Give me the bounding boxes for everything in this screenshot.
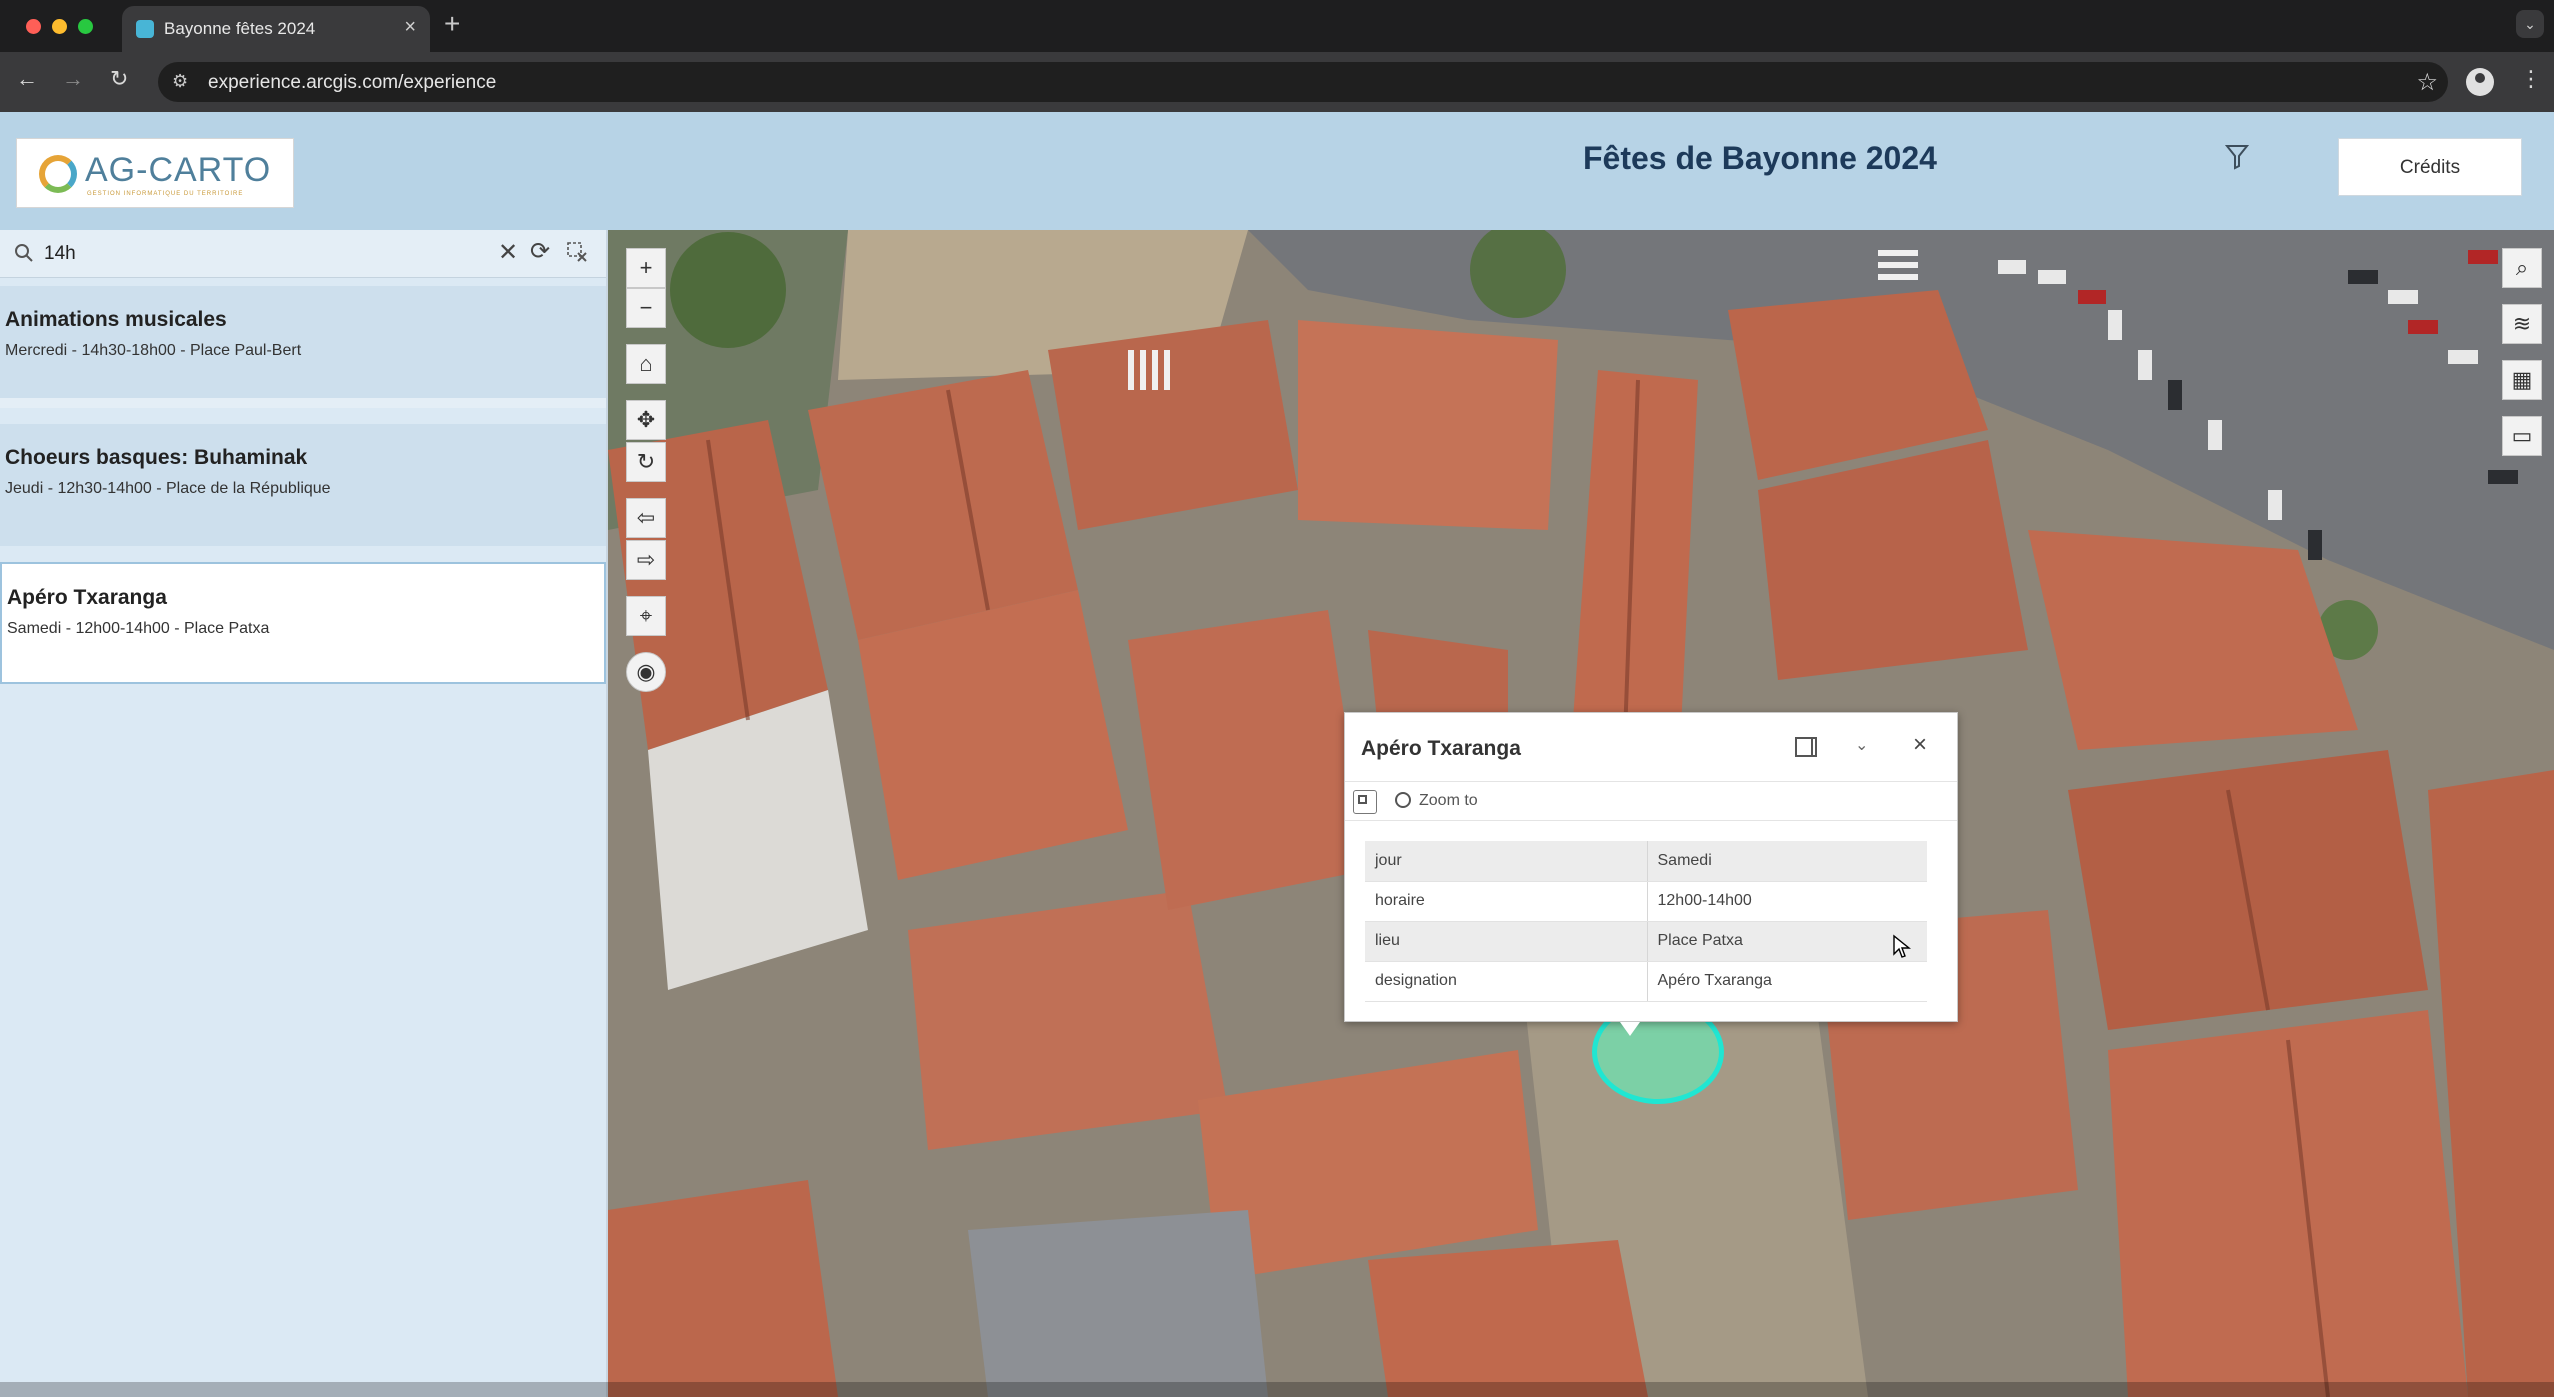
- search-bar: ✕ ⟳: [0, 230, 606, 278]
- ag-carto-logo: AG-CARTO GESTION INFORMATIQUE DU TERRITO…: [16, 138, 294, 208]
- browser-toolbar: ← → ↻ ⚙ experience.arcgis.com/experience…: [0, 52, 2554, 112]
- window-close-button[interactable]: [26, 19, 41, 34]
- list-item-title: Choeurs basques: Buhaminak: [5, 446, 308, 469]
- actions-grid-icon[interactable]: [1353, 790, 1377, 814]
- tab-strip: Bayonne fêtes 2024 × + ⌄: [0, 0, 2554, 52]
- field-name: designation: [1365, 961, 1648, 1002]
- table-row: designation Apéro Txaranga: [1365, 961, 1927, 1002]
- layers-icon[interactable]: ≋: [2502, 304, 2542, 344]
- logo-text: AG-CARTO: [85, 151, 272, 189]
- window-minimize-button[interactable]: [52, 19, 67, 34]
- reload-icon[interactable]: ↻: [110, 66, 128, 92]
- logo-mark-icon: [39, 155, 77, 193]
- basemap-gallery-icon[interactable]: ▦: [2502, 360, 2542, 400]
- field-value: Samedi: [1647, 841, 1927, 882]
- popup-pointer: [1620, 1022, 1640, 1036]
- list-item-subtitle: Samedi - 12h00-14h00 - Place Patxa: [7, 620, 270, 637]
- attributes-table: jour Samedi horaire 12h00-14h00 lieu Pla…: [1365, 841, 1927, 1002]
- browser-window: Bayonne fêtes 2024 × + ⌄ ← → ↻ ⚙ experie…: [0, 0, 2554, 1397]
- mouse-cursor-icon: [1893, 934, 1911, 958]
- url-text[interactable]: experience.arcgis.com/experience: [208, 72, 496, 94]
- list-item-selected[interactable]: Apéro Txaranga Samedi - 12h00-14h00 - Pl…: [0, 562, 606, 684]
- list-item-subtitle: Jeudi - 12h30-14h00 - Place de la Républ…: [5, 480, 331, 497]
- list-item[interactable]: Animations musicales Mercredi - 14h30-18…: [0, 286, 606, 408]
- forward-arrow-icon[interactable]: →: [62, 66, 84, 92]
- search-icon: [15, 244, 33, 262]
- tab-search-chevron-icon[interactable]: ⌄: [2516, 10, 2544, 38]
- profile-avatar-icon[interactable]: [2466, 68, 2494, 96]
- clear-search-icon[interactable]: ✕: [498, 238, 518, 267]
- next-view-icon[interactable]: ⇨: [626, 540, 666, 580]
- field-value: Apéro Txaranga: [1647, 961, 1927, 1002]
- table-row: lieu Place Patxa: [1365, 921, 1927, 962]
- page-title: Fêtes de Bayonne 2024: [1583, 140, 1937, 176]
- close-icon[interactable]: ×: [404, 16, 416, 39]
- browser-tab[interactable]: Bayonne fêtes 2024 ×: [122, 6, 430, 52]
- refresh-icon[interactable]: ⟳: [530, 237, 550, 266]
- map-view[interactable]: + − ⌂ ✥ ↻ ⇦ ⇨ ⌖ ◉ ⌕ ≋ ▦ ▭ Apéro Txaranga…: [608, 230, 2554, 1397]
- filter-icon[interactable]: [2224, 142, 2250, 172]
- zoom-out-button[interactable]: −: [626, 288, 666, 328]
- search-input[interactable]: [44, 239, 484, 269]
- arcgis-favicon-icon: [136, 20, 154, 38]
- zoom-in-button[interactable]: +: [626, 248, 666, 288]
- popup-action-bar: Zoom to: [1345, 781, 1957, 821]
- new-tab-button[interactable]: +: [444, 8, 460, 40]
- bottom-scrollbar[interactable]: [0, 1382, 2554, 1397]
- rotate-icon[interactable]: ↻: [626, 442, 666, 482]
- address-bar[interactable]: ⚙ experience.arcgis.com/experience ☆: [158, 62, 2448, 102]
- table-row: horaire 12h00-14h00: [1365, 881, 1927, 922]
- browser-menu-icon[interactable]: ⋮: [2520, 66, 2542, 92]
- dock-popup-icon[interactable]: [1795, 737, 1817, 757]
- field-name: horaire: [1365, 881, 1648, 922]
- back-arrow-icon[interactable]: ←: [16, 66, 38, 92]
- app-header: AG-CARTO GESTION INFORMATIQUE DU TERRITO…: [0, 112, 2554, 230]
- logo-subtext: GESTION INFORMATIQUE DU TERRITOIRE: [87, 191, 244, 197]
- site-settings-icon[interactable]: ⚙: [172, 71, 188, 92]
- bookmark-star-icon[interactable]: ☆: [2416, 68, 2438, 97]
- window-zoom-button[interactable]: [78, 19, 93, 34]
- list-item[interactable]: Choeurs basques: Buhaminak Jeudi - 12h30…: [0, 424, 606, 546]
- navigation-toggle-icon[interactable]: ◉: [626, 652, 666, 692]
- tab-title: Bayonne fêtes 2024: [164, 19, 316, 38]
- clear-selection-icon[interactable]: [566, 241, 588, 263]
- zoom-to-button[interactable]: Zoom to: [1395, 792, 1478, 810]
- table-row: jour Samedi: [1365, 841, 1927, 882]
- zoom-to-label: Zoom to: [1419, 792, 1478, 809]
- field-value: Place Patxa: [1647, 921, 1927, 962]
- zoom-to-icon: [1395, 792, 1411, 808]
- measure-icon[interactable]: ▭: [2502, 416, 2542, 456]
- field-value: 12h00-14h00: [1647, 881, 1927, 922]
- home-icon[interactable]: ⌂: [626, 344, 666, 384]
- field-name: lieu: [1365, 921, 1648, 962]
- compass-icon[interactable]: ⌖: [626, 596, 666, 636]
- collapse-popup-icon[interactable]: ⌄: [1855, 735, 1868, 755]
- list-item-title: Animations musicales: [5, 308, 227, 331]
- list-item-subtitle: Mercredi - 14h30-18h00 - Place Paul-Bert: [5, 342, 302, 359]
- popup-title: Apéro Txaranga: [1361, 737, 1521, 760]
- pan-icon[interactable]: ✥: [626, 400, 666, 440]
- credits-button[interactable]: Crédits: [2338, 138, 2522, 196]
- feature-popup: Apéro Txaranga ⌄ × Zoom to jour Samedi h…: [1344, 712, 1958, 1022]
- previous-view-icon[interactable]: ⇦: [626, 498, 666, 538]
- field-name: jour: [1365, 841, 1648, 882]
- list-item-title: Apéro Txaranga: [7, 586, 167, 609]
- events-list-panel: ✕ ⟳ Animations musicales Mercredi - 14h3…: [0, 230, 608, 1397]
- search-icon[interactable]: ⌕: [2502, 248, 2542, 288]
- close-popup-icon[interactable]: ×: [1913, 731, 1927, 759]
